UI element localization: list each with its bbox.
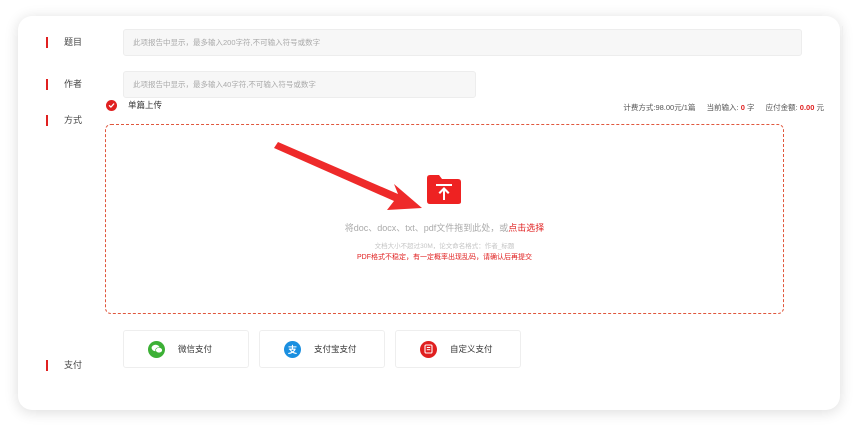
- svg-text:支: 支: [287, 344, 298, 355]
- dropzone-instruction: 将doc、docx、txt、pdf文件拖到此处，或点击选择: [105, 222, 784, 234]
- pricing-method: 计费方式:98.00元/1篇: [623, 103, 696, 112]
- amount-due-unit: 元: [816, 103, 825, 112]
- payment-label: 支付: [64, 360, 83, 370]
- mode-marker: [46, 115, 48, 126]
- custom-pay-button[interactable]: 自定义支付: [395, 330, 521, 368]
- alipay-icon: 支: [284, 340, 301, 358]
- current-count-label: 当前输入:: [706, 103, 739, 112]
- amount-due-label: 应付金额:: [765, 103, 798, 112]
- author-label: 作者: [64, 79, 83, 89]
- amount-due-value: 0.00: [799, 103, 815, 112]
- current-count-unit: 字: [747, 103, 755, 112]
- scrollbar[interactable]: [842, 26, 843, 386]
- checkmark-icon[interactable]: [106, 100, 117, 111]
- author-input[interactable]: 此项报告中显示，最多输入40字符,不可输入符号或数字: [123, 71, 476, 98]
- alipay-button[interactable]: 支 支付宝支付: [259, 330, 385, 368]
- wechat-pay-button[interactable]: 微信支付: [123, 330, 249, 368]
- file-dropzone[interactable]: [105, 124, 784, 314]
- current-count-value: 0: [740, 103, 745, 112]
- pdf-warning: PDF格式不稳定，有一定概率出现乱码，请确认后再提交: [357, 254, 532, 261]
- select-file-link[interactable]: 点击选择: [508, 223, 544, 233]
- title-marker: [46, 37, 48, 48]
- custom-pay-label: 自定义支付: [450, 344, 493, 354]
- upload-folder-icon[interactable]: [426, 173, 462, 205]
- author-marker: [46, 79, 48, 90]
- wechat-pay-label: 微信支付: [178, 344, 213, 354]
- mode-label: 方式: [64, 115, 83, 125]
- pricing-info: 计费方式:98.00元/1篇 当前输入: 0 字 应付金额: 0.00 元: [623, 103, 824, 113]
- arrow-icon: [274, 142, 422, 210]
- size-note: 文档大小不超过30M，论文命名格式：作者_标题: [374, 243, 515, 250]
- title-input[interactable]: 此项报告中显示，最多输入200字符,不可输入符号或数字: [123, 29, 802, 56]
- dropzone-text: 将doc、docx、txt、pdf文件拖到此处，或: [344, 223, 509, 233]
- custom-pay-icon: [420, 340, 437, 358]
- single-upload-option[interactable]: 单篇上传: [128, 100, 162, 111]
- wechat-icon: [148, 340, 165, 358]
- title-label: 题目: [64, 37, 83, 47]
- alipay-label: 支付宝支付: [314, 344, 357, 354]
- payment-marker: [46, 360, 48, 371]
